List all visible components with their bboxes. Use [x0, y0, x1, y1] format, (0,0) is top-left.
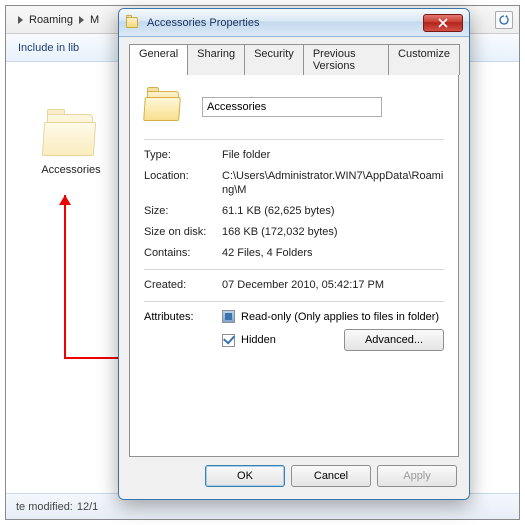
properties-dialog: Accessories Properties General Sharing S… — [118, 8, 470, 500]
tab-bar: General Sharing Security Previous Versio… — [129, 44, 459, 75]
status-modified-value: 12/1 — [77, 501, 98, 513]
type-value: File folder — [222, 148, 270, 162]
dialog-title: Accessories Properties — [147, 17, 260, 29]
separator — [144, 139, 444, 140]
folder-label: Accessories — [31, 164, 111, 176]
size-on-disk-label: Size on disk: — [144, 225, 222, 239]
separator — [144, 269, 444, 270]
ok-button[interactable]: OK — [205, 465, 285, 487]
chevron-right-icon — [79, 16, 84, 24]
tab-sharing[interactable]: Sharing — [187, 44, 245, 75]
general-panel: Type:File folder Location:C:\Users\Admin… — [129, 74, 459, 457]
annotation-arrowhead — [59, 195, 71, 205]
size-on-disk-value: 168 KB (172,032 bytes) — [222, 225, 338, 239]
folder-icon — [125, 16, 141, 30]
attributes-label: Attributes: — [144, 311, 222, 323]
refresh-icon — [499, 15, 509, 25]
close-button[interactable] — [423, 14, 463, 32]
folder-item-accessories[interactable]: Accessories — [31, 112, 111, 176]
folder-icon — [144, 89, 184, 125]
readonly-label: Read-only (Only applies to files in fold… — [241, 311, 439, 323]
size-label: Size: — [144, 204, 222, 218]
breadcrumb-item[interactable]: M — [90, 14, 99, 26]
separator — [144, 301, 444, 302]
breadcrumb-item[interactable]: Roaming — [29, 14, 73, 26]
cancel-button[interactable]: Cancel — [291, 465, 371, 487]
status-modified-label: te modified: — [16, 501, 73, 513]
size-value: 61.1 KB (62,625 bytes) — [222, 204, 335, 218]
contains-label: Contains: — [144, 246, 222, 260]
hidden-checkbox[interactable] — [222, 334, 235, 347]
tab-general[interactable]: General — [129, 44, 188, 75]
hidden-label: Hidden — [241, 334, 276, 346]
annotation-arrow — [64, 195, 66, 359]
tab-previous-versions[interactable]: Previous Versions — [303, 44, 389, 75]
refresh-button[interactable] — [495, 11, 513, 29]
readonly-checkbox[interactable] — [222, 310, 235, 323]
include-in-library-button[interactable]: Include in lib — [18, 42, 79, 54]
created-label: Created: — [144, 278, 222, 292]
advanced-button[interactable]: Advanced... — [344, 329, 444, 351]
contains-value: 42 Files, 4 Folders — [222, 246, 312, 260]
titlebar[interactable]: Accessories Properties — [119, 9, 469, 37]
location-label: Location: — [144, 169, 222, 197]
folder-name-input[interactable] — [202, 97, 382, 117]
created-value: 07 December 2010, 05:42:17 PM — [222, 278, 384, 292]
tab-customize[interactable]: Customize — [388, 44, 460, 75]
folder-icon — [43, 112, 99, 160]
close-icon — [438, 18, 448, 28]
apply-button[interactable]: Apply — [377, 465, 457, 487]
location-value: C:\Users\Administrator.WIN7\AppData\Roam… — [222, 169, 444, 197]
type-label: Type: — [144, 148, 222, 162]
tab-security[interactable]: Security — [244, 44, 304, 75]
chevron-right-icon — [18, 16, 23, 24]
dialog-body: General Sharing Security Previous Versio… — [119, 37, 469, 499]
dialog-buttons: OK Cancel Apply — [129, 457, 459, 491]
